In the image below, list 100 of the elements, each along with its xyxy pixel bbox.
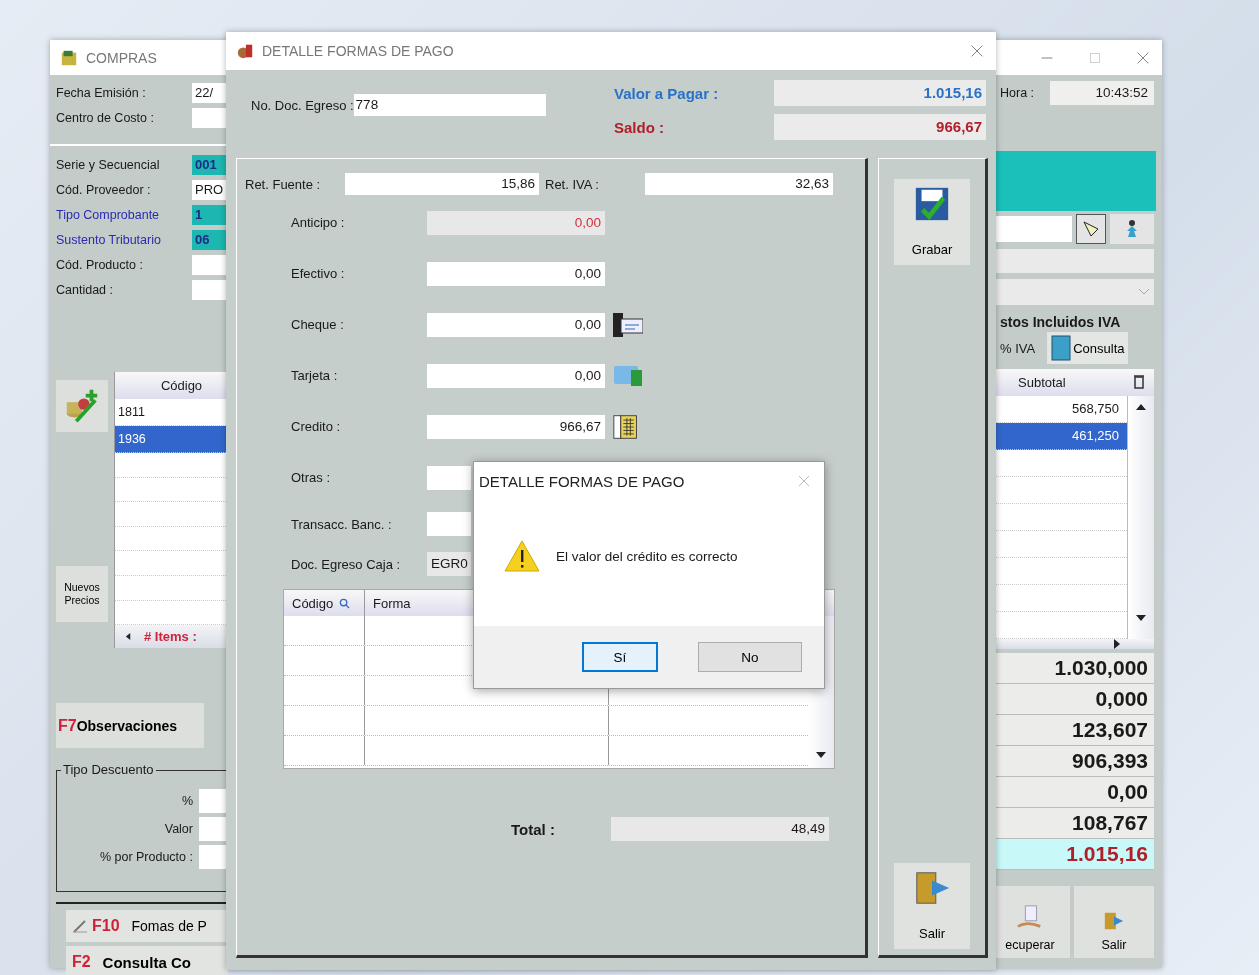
field-label: No. Doc. Egreso :	[251, 97, 354, 113]
folder-icon	[60, 48, 78, 67]
field-label: Serie y Secuencial	[56, 157, 161, 172]
exit-door-icon	[913, 869, 951, 907]
field-label: Sustento Tributario	[56, 232, 162, 247]
field-label: Valor	[163, 822, 194, 836]
input-field[interactable]: 0,00	[427, 210, 605, 235]
field-label: Credito :	[291, 419, 342, 434]
items-count: # Items :	[144, 629, 197, 645]
input-field[interactable]	[192, 279, 228, 300]
input-field[interactable]: 32,63	[645, 173, 833, 195]
close-icon[interactable]	[798, 475, 810, 487]
document-icon	[1051, 335, 1072, 361]
scroll-left-icon[interactable]	[125, 633, 132, 641]
chevron-down-icon	[1138, 288, 1150, 296]
field-label: Cód. Producto :	[56, 257, 144, 272]
input-field[interactable]: 1	[192, 204, 228, 225]
column-header: Código	[115, 372, 228, 399]
scroll-up-icon[interactable]	[1136, 404, 1146, 410]
input-field[interactable]: 06	[192, 229, 228, 250]
field-label: Ret. Fuente :	[245, 176, 322, 192]
total-field: 48,49	[611, 817, 829, 841]
field-label: Fecha Emisión :	[56, 85, 147, 100]
total-label: Total :	[511, 820, 556, 838]
input-field[interactable]	[427, 465, 471, 490]
field-label: Cantidad :	[56, 282, 114, 297]
field-label: % IVA	[1000, 340, 1036, 356]
column-header[interactable]: Código	[284, 590, 365, 616]
input-field[interactable]: 22/	[192, 82, 228, 103]
search-button[interactable]	[1076, 214, 1106, 244]
message-text: El valor del crédito es correcto	[556, 548, 738, 564]
amount-label: Valor a Pagar :	[614, 84, 720, 102]
nuevos-precios-button[interactable]: Nuevos Precios	[56, 566, 108, 622]
time-field: 10:43:52	[1050, 81, 1154, 105]
cheque-button[interactable]	[613, 312, 643, 337]
toolbar-button[interactable]: Salir	[1074, 886, 1154, 958]
input-field[interactable]: 0,00	[427, 261, 605, 286]
field-label: Doc. Egreso Caja :	[291, 556, 402, 572]
field-label: Efectivo :	[291, 266, 346, 281]
field-label: Ret. IVA :	[545, 176, 600, 192]
input-field[interactable]	[199, 789, 228, 813]
caption-text: stos Incluidos IVA	[1000, 314, 1122, 330]
exit-door-icon	[1103, 910, 1125, 932]
table-cell[interactable]: 1936	[115, 426, 228, 453]
observaciones-button[interactable]: F7Observaciones	[56, 703, 204, 748]
input-field[interactable]	[199, 845, 228, 869]
field-label: Transacc. Banc. :	[291, 516, 393, 532]
field-label: Tipo Comprobante	[56, 207, 161, 222]
field-label: %	[180, 794, 194, 808]
input-field[interactable]: EGR0	[427, 552, 471, 576]
field-label: Anticipo :	[291, 215, 346, 230]
function-key-button[interactable]: F2 Consulta Co	[66, 946, 228, 975]
window-title: DETALLE FORMAS DE PAGO	[262, 43, 454, 59]
amount-field: 1.015,16	[774, 80, 986, 106]
input-field[interactable]: 15,86	[345, 173, 539, 195]
balance-field: 966,67	[774, 114, 986, 140]
add-product-button[interactable]	[56, 380, 108, 432]
field-label: Otras :	[291, 470, 331, 485]
scroll-down-icon[interactable]	[816, 752, 826, 758]
function-key-button[interactable]: F10 Fomas de P	[66, 910, 228, 942]
group-title: Tipo Descuento	[61, 762, 156, 777]
input-field[interactable]: 778	[353, 94, 546, 116]
scroll-down-icon[interactable]	[1136, 615, 1146, 621]
search-icon[interactable]	[339, 597, 351, 609]
warning-icon	[504, 540, 540, 572]
scrollbar[interactable]	[1127, 396, 1154, 639]
field-label: Cheque :	[291, 317, 345, 332]
dialog-title: DETALLE FORMAS DE PAGO	[479, 472, 685, 490]
dialog-button[interactable]: Sí	[582, 642, 658, 672]
field-label: Centro de Costo :	[56, 110, 155, 125]
balance-label: Saldo :	[614, 118, 665, 136]
dialog-button[interactable]: No	[698, 642, 802, 672]
cheque-icon	[613, 312, 643, 337]
input-field[interactable]: 0,00	[427, 312, 605, 337]
pencil-icon	[72, 918, 88, 934]
window-title: COMPRAS	[86, 49, 157, 66]
action-button[interactable]: Salir	[894, 863, 970, 949]
consulta-button[interactable]: Consulta	[1047, 332, 1129, 364]
field-label: Hora :	[1000, 86, 1036, 100]
trash-icon[interactable]	[1134, 375, 1144, 389]
ledger-icon	[613, 412, 639, 441]
field-label: Tarjeta :	[291, 368, 339, 383]
field-label: Cód. Proveedor :	[56, 182, 152, 197]
card-button[interactable]	[613, 363, 643, 388]
input-field[interactable]: PRO	[192, 179, 228, 200]
ledger-button[interactable]	[613, 412, 639, 441]
person-button[interactable]	[1110, 214, 1154, 244]
input-field[interactable]	[192, 254, 228, 275]
input-field[interactable]: 966,67	[427, 414, 605, 439]
credit-card-icon	[613, 363, 643, 388]
scroll-right-icon[interactable]	[1114, 639, 1120, 649]
field-label: % por Producto :	[98, 850, 194, 864]
action-button[interactable]: Grabar	[894, 179, 970, 265]
input-field[interactable]: 0,00	[427, 363, 605, 388]
input-field[interactable]: 001	[192, 154, 228, 175]
input-field[interactable]	[199, 817, 228, 841]
floppy-check-icon	[913, 185, 951, 223]
input-field[interactable]	[192, 107, 228, 128]
input-field[interactable]	[427, 512, 471, 536]
money-bag-icon	[236, 42, 254, 60]
